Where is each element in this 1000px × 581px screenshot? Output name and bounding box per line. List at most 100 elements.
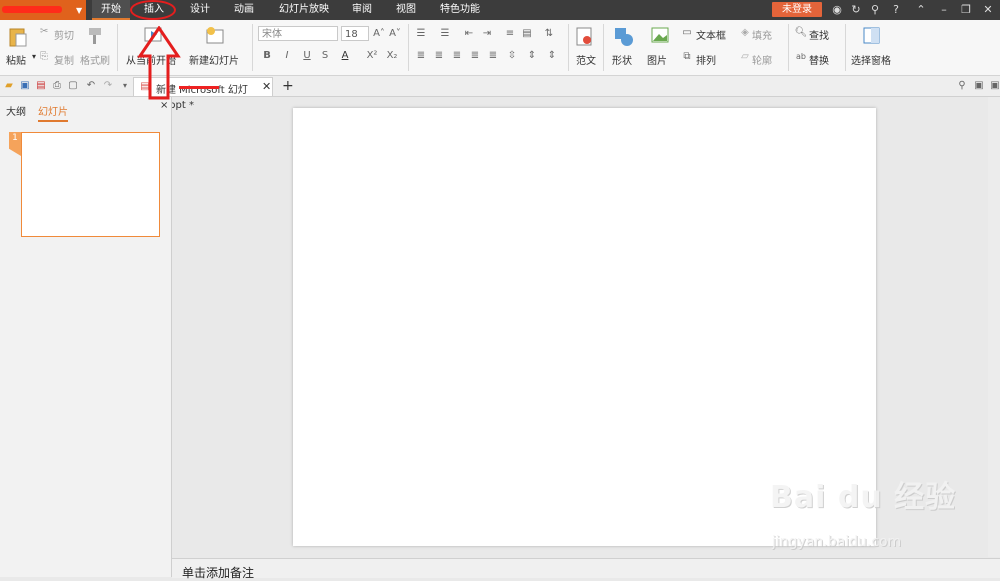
new-slide-icon[interactable] — [205, 26, 227, 46]
outline-button[interactable]: 轮廓 — [752, 52, 772, 67]
selection-pane-button[interactable]: 选择窗格 — [851, 52, 891, 67]
bullets-icon[interactable]: ☰ — [414, 28, 428, 40]
line-spacing-icon[interactable]: ≡ — [503, 28, 517, 40]
increase-indent-icon[interactable]: ⇥ — [480, 28, 494, 40]
find-button[interactable]: 查找 — [809, 27, 829, 42]
replace-icon[interactable]: ab — [794, 51, 808, 63]
close-icon[interactable]: ✕ — [981, 3, 995, 17]
replace-button[interactable]: 替换 — [809, 52, 829, 67]
new-tab-icon[interactable]: + — [282, 78, 294, 94]
tab-special[interactable]: 特色功能 — [432, 0, 488, 20]
template-button[interactable]: 范文 — [576, 52, 596, 67]
notes-pane[interactable]: 单击添加备注 — [172, 558, 1000, 580]
tab-outline[interactable]: 大纲 — [6, 103, 26, 118]
shadow-icon[interactable]: S — [318, 50, 332, 62]
slide-thumbnail[interactable] — [21, 132, 160, 237]
annotation-circle — [130, 0, 176, 20]
arrange-icon[interactable]: ⧉ — [680, 51, 694, 63]
notes-placeholder: 单击添加备注 — [182, 566, 255, 580]
tab-slideshow[interactable]: 幻灯片放映 — [272, 0, 336, 20]
shirt-icon[interactable]: ⚲ — [868, 3, 882, 17]
underline-icon[interactable]: U — [300, 50, 314, 62]
numbering-icon[interactable]: ☰ — [438, 28, 452, 40]
vertical-align-icon[interactable]: ⇳ — [505, 50, 519, 62]
align-left-icon[interactable]: ≣ — [414, 50, 428, 62]
undo-icon[interactable]: ↶ — [84, 80, 98, 92]
window-tile-icon[interactable]: ▣ — [972, 80, 986, 92]
format-painter-button[interactable]: 格式刷 — [80, 52, 110, 67]
app-menu-button[interactable]: ▼ — [0, 0, 86, 20]
slide-panel: 大纲 幻灯片 × 1 — [0, 97, 172, 577]
customize-chevron-icon[interactable]: ▾ — [118, 80, 132, 92]
collapse-ribbon-icon[interactable]: ⌃ — [914, 3, 928, 17]
close-tab-icon[interactable]: ✕ — [262, 80, 271, 93]
textbox-button[interactable]: 文本框 — [696, 27, 726, 42]
tab-animation[interactable]: 动画 — [225, 0, 263, 20]
restore-icon[interactable]: ❐ — [959, 3, 973, 17]
new-slide-button[interactable]: 新建幻灯片 — [189, 52, 239, 67]
divider — [568, 24, 569, 71]
justify-icon[interactable]: ≣ — [468, 50, 482, 62]
text-direction-icon[interactable]: ⇅ — [542, 28, 556, 40]
align-right-icon[interactable]: ≣ — [450, 50, 464, 62]
open-icon[interactable]: ▰ — [2, 80, 16, 92]
paragraph-spacing-icon[interactable]: ⇕ — [525, 50, 539, 62]
line-height-icon[interactable]: ⇕ — [545, 50, 559, 62]
copy-button[interactable]: 复制 — [54, 52, 74, 67]
pin-icon[interactable]: ⚲ — [955, 80, 969, 92]
redacted-app-label — [2, 6, 62, 13]
login-button[interactable]: 未登录 — [772, 2, 822, 17]
chevron-down-icon[interactable]: ▾ — [32, 52, 36, 61]
slide-number-badge: 1 — [9, 132, 21, 156]
format-painter-icon[interactable] — [86, 26, 104, 46]
print-preview-icon[interactable]: ▢ — [66, 80, 80, 92]
save-icon[interactable]: ▣ — [18, 80, 32, 92]
tab-review[interactable]: 审阅 — [343, 0, 381, 20]
shrink-font-icon[interactable]: A˅ — [388, 28, 402, 40]
paste-icon[interactable] — [7, 26, 29, 48]
export-pdf-icon[interactable]: ▤ — [34, 80, 48, 92]
subscript-icon[interactable]: X₂ — [385, 50, 399, 62]
template-icon[interactable] — [575, 26, 595, 48]
textbox-icon[interactable]: ▭ — [680, 27, 694, 39]
arrange-button[interactable]: 排列 — [696, 52, 716, 67]
bold-icon[interactable]: B — [260, 50, 274, 62]
minimize-icon[interactable]: – — [937, 3, 951, 17]
superscript-icon[interactable]: X² — [365, 50, 379, 62]
grow-font-icon[interactable]: A˄ — [372, 28, 386, 40]
redo-icon[interactable]: ↷ — [101, 80, 115, 92]
font-color-icon[interactable]: A — [338, 50, 352, 62]
close-panel-icon[interactable]: × — [160, 100, 168, 111]
distribute-icon[interactable]: ≣ — [486, 50, 500, 62]
tab-home[interactable]: 开始 — [92, 0, 130, 20]
shape-icon[interactable] — [613, 26, 635, 48]
cut-button[interactable]: 剪切 — [54, 27, 74, 42]
window-close-icon[interactable]: ▣ — [988, 80, 1000, 92]
picture-icon[interactable] — [650, 26, 672, 46]
fill-button[interactable]: 填充 — [752, 27, 772, 42]
vertical-scrollbar[interactable] — [988, 97, 1000, 557]
help-icon[interactable]: ? — [886, 3, 906, 17]
watermark-logo: Bai du 经验 — [770, 480, 957, 515]
tab-view[interactable]: 视图 — [387, 0, 425, 20]
font-name-select[interactable]: 宋体 — [258, 26, 338, 41]
picture-button[interactable]: 图片 — [647, 52, 667, 67]
italic-icon[interactable]: I — [280, 50, 294, 62]
chevron-down-icon: ▼ — [76, 6, 83, 15]
decrease-indent-icon[interactable]: ⇤ — [462, 28, 476, 40]
divider — [252, 24, 253, 71]
tab-design[interactable]: 设计 — [181, 0, 219, 20]
paste-button[interactable]: 粘贴 — [6, 52, 26, 67]
tab-slides[interactable]: 幻灯片 — [38, 103, 68, 122]
columns-icon[interactable]: ▤ — [520, 28, 534, 40]
font-size-select[interactable]: 18 — [341, 26, 369, 41]
divider — [603, 24, 604, 71]
shape-button[interactable]: 形状 — [612, 52, 632, 67]
divider — [845, 24, 846, 71]
print-icon[interactable]: ⎙ — [50, 80, 64, 92]
selection-pane-icon[interactable] — [862, 26, 882, 46]
align-center-icon[interactable]: ≣ — [432, 50, 446, 62]
find-icon[interactable]: 🔍︎ — [794, 27, 808, 39]
skin-icon[interactable]: ◉ — [830, 3, 844, 17]
refresh-icon[interactable]: ↻ — [849, 3, 863, 17]
